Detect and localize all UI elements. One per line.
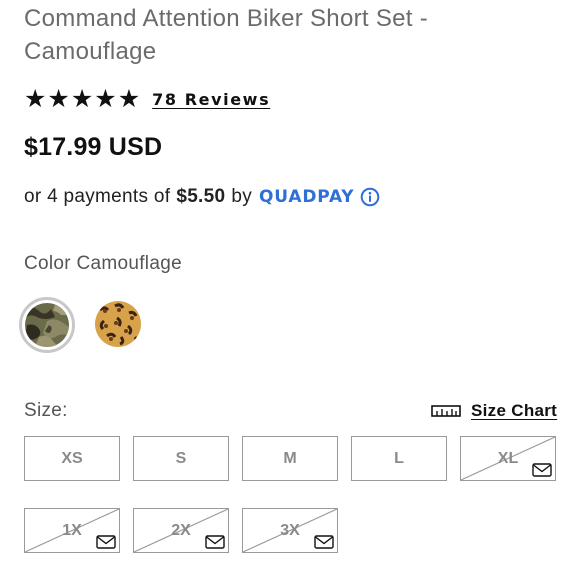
leopard-pattern: [95, 301, 141, 347]
envelope-icon[interactable]: [314, 535, 334, 549]
star-icon: ★: [47, 85, 70, 113]
envelope-icon[interactable]: [205, 535, 225, 549]
size-option-xs[interactable]: XS: [24, 436, 120, 481]
installments-message: or 4 payments of $5.50 by QUADPAY: [24, 186, 380, 208]
size-option-s[interactable]: S: [133, 436, 229, 481]
info-icon[interactable]: [360, 187, 380, 207]
size-option-label: 2X: [171, 521, 191, 539]
size-chart-link[interactable]: Size Chart: [431, 401, 557, 421]
size-option-label: S: [175, 449, 187, 467]
size-option-m[interactable]: M: [242, 436, 338, 481]
star-icon: ★: [24, 85, 47, 113]
size-chart-label: Size Chart: [471, 401, 558, 420]
size-option-label: L: [394, 449, 404, 467]
ruler-icon: [431, 405, 461, 417]
swatch-camouflage[interactable]: [19, 297, 75, 353]
installment-amount: $5.50: [176, 186, 226, 207]
size-option-label: 1X: [62, 521, 82, 539]
camouflage-pattern: [25, 303, 69, 347]
size-option-l[interactable]: L: [351, 436, 447, 481]
size-option-label: XL: [497, 449, 519, 467]
size-option-label: 3X: [280, 521, 300, 539]
star-icon: ★: [117, 85, 141, 113]
product-title: Command Attention Biker Short Set - Camo…: [24, 5, 429, 65]
star-icon: ★: [70, 85, 94, 113]
size-option-2x[interactable]: 2X: [133, 508, 229, 553]
size-option-xl[interactable]: XL: [460, 436, 556, 481]
envelope-icon[interactable]: [532, 463, 552, 477]
installments-prefix: or 4 payments of: [24, 186, 171, 207]
size-option-1x[interactable]: 1X: [24, 508, 120, 553]
size-option-label: M: [283, 449, 297, 467]
quadpay-logo[interactable]: QUADPAY: [259, 187, 354, 207]
size-option-3x[interactable]: 3X: [242, 508, 338, 553]
star-icon: ★: [94, 85, 117, 113]
size-label: Size:: [24, 400, 68, 421]
swatch-leopard[interactable]: [95, 301, 141, 347]
rating: ★ ★ ★ ★ ★ 78 Reviews: [24, 87, 270, 112]
star-rating: ★ ★ ★ ★ ★: [24, 87, 140, 112]
installments-by: by: [231, 186, 253, 207]
reviews-link[interactable]: 78 Reviews: [152, 90, 270, 109]
size-option-label: XS: [61, 449, 83, 467]
envelope-icon[interactable]: [96, 535, 116, 549]
color-label: Color Camouflage: [24, 253, 182, 274]
product-price: $17.99 USD: [24, 133, 163, 161]
